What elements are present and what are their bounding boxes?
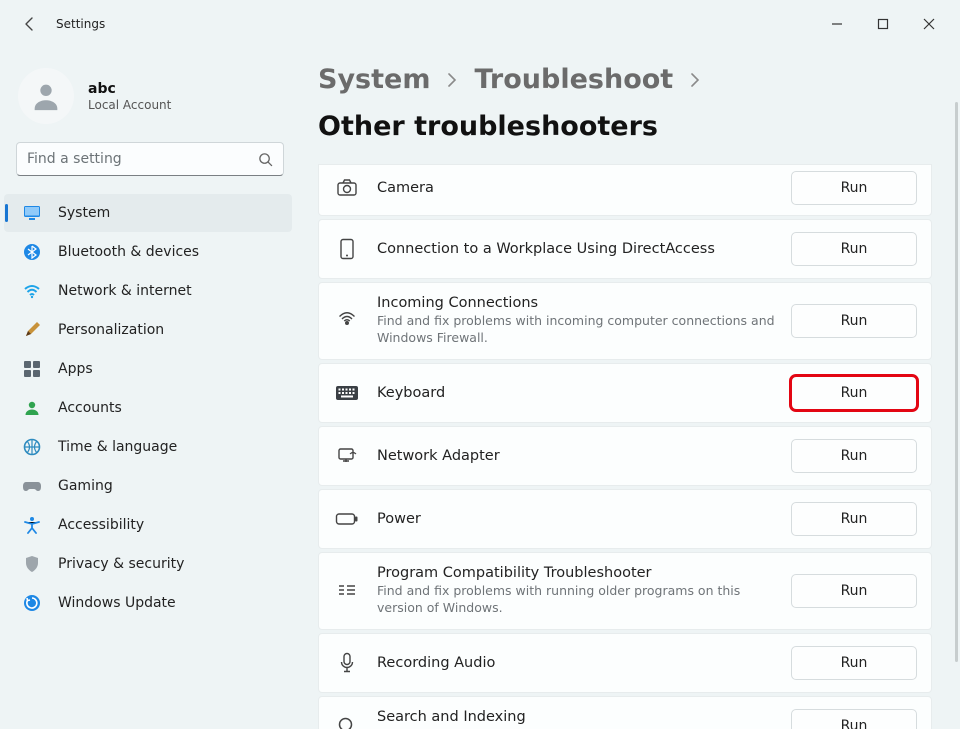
run-button-search-indexing[interactable]: Run xyxy=(791,709,917,729)
troubleshooter-desc: Find and fix problems with incoming comp… xyxy=(377,313,779,347)
run-button-adapter[interactable]: Run xyxy=(791,439,917,473)
sidebar-item-privacy[interactable]: Privacy & security xyxy=(4,545,292,583)
troubleshooter-title: Search and Indexing xyxy=(377,709,779,725)
sidebar-item-system[interactable]: System xyxy=(4,194,292,232)
troubleshooter-row-adapter: Network Adapter Run xyxy=(318,426,932,486)
mic-icon xyxy=(333,652,361,674)
breadcrumb-troubleshoot[interactable]: Troubleshoot xyxy=(474,64,673,95)
maximize-button[interactable] xyxy=(860,8,906,40)
sidebar-item-label: System xyxy=(58,205,110,221)
globe-icon xyxy=(22,437,42,457)
adapter-icon xyxy=(333,446,361,466)
chevron-right-icon xyxy=(446,73,458,87)
run-button-incoming[interactable]: Run xyxy=(791,304,917,338)
troubleshooter-row-power: Power Run xyxy=(318,489,932,549)
update-icon xyxy=(22,593,42,613)
title-bar: Settings xyxy=(0,0,960,48)
troubleshooter-title: Connection to a Workplace Using DirectAc… xyxy=(377,241,779,257)
run-button-power[interactable]: Run xyxy=(791,502,917,536)
troubleshooter-list-container: Camera Run Connection to a Workplace Usi… xyxy=(318,164,932,729)
troubleshooter-desc: Find and fix problems with running older… xyxy=(377,583,779,617)
sidebar-item-network[interactable]: Network & internet xyxy=(4,272,292,310)
scrollbar-thumb[interactable] xyxy=(955,102,958,662)
app-title: Settings xyxy=(56,17,105,31)
sidebar-item-windows-update[interactable]: Windows Update xyxy=(4,584,292,622)
troubleshooter-row-recording: Recording Audio Run xyxy=(318,633,932,693)
sidebar-item-label: Accounts xyxy=(58,400,122,416)
breadcrumb: System Troubleshoot Other troubleshooter… xyxy=(318,64,932,142)
apps-icon xyxy=(22,359,42,379)
troubleshooter-row-incoming: Incoming Connections Find and fix proble… xyxy=(318,282,932,360)
bluetooth-icon xyxy=(22,242,42,262)
troubleshooter-title: Incoming Connections xyxy=(377,295,779,311)
sidebar-item-label: Network & internet xyxy=(58,283,192,299)
shield-icon xyxy=(22,554,42,574)
search-icon xyxy=(258,152,273,167)
sidebar-item-apps[interactable]: Apps xyxy=(4,350,292,388)
sidebar-item-label: Accessibility xyxy=(58,517,144,533)
run-button-directaccess[interactable]: Run xyxy=(791,232,917,266)
gamepad-icon xyxy=(22,476,42,496)
troubleshooter-title: Recording Audio xyxy=(377,655,779,671)
sidebar-item-label: Personalization xyxy=(58,322,164,338)
accessibility-icon xyxy=(22,515,42,535)
page-title: Other troubleshooters xyxy=(318,111,658,142)
troubleshooter-row-keyboard: Keyboard Run xyxy=(318,363,932,423)
monitor-icon xyxy=(22,203,42,223)
sidebar-item-personalization[interactable]: Personalization xyxy=(4,311,292,349)
back-button[interactable] xyxy=(14,8,46,40)
person-icon xyxy=(22,398,42,418)
nav: System Bluetooth & devices Network & int… xyxy=(0,190,300,622)
scrollbar[interactable] xyxy=(946,48,960,729)
sidebar-item-gaming[interactable]: Gaming xyxy=(4,467,292,505)
troubleshooter-row-directaccess: Connection to a Workplace Using DirectAc… xyxy=(318,219,932,279)
sidebar-item-bluetooth[interactable]: Bluetooth & devices xyxy=(4,233,292,271)
search-input[interactable] xyxy=(27,151,258,167)
brush-icon xyxy=(22,320,42,340)
troubleshooter-title: Keyboard xyxy=(377,385,779,401)
compat-icon xyxy=(333,582,361,600)
run-button-recording[interactable]: Run xyxy=(791,646,917,680)
avatar xyxy=(18,68,74,124)
sidebar-item-accounts[interactable]: Accounts xyxy=(4,389,292,427)
search-icon xyxy=(333,716,361,729)
run-button-camera[interactable]: Run xyxy=(791,171,917,205)
sidebar-item-label: Time & language xyxy=(58,439,177,455)
camera-icon xyxy=(333,178,361,198)
run-button-keyboard[interactable]: Run xyxy=(791,376,917,410)
incoming-icon xyxy=(333,311,361,331)
search-box[interactable] xyxy=(16,142,284,176)
troubleshooter-row-search-indexing: Search and Indexing Find and fix problem… xyxy=(318,696,932,729)
wifi-icon xyxy=(22,281,42,301)
troubleshooter-title: Network Adapter xyxy=(377,448,779,464)
breadcrumb-system[interactable]: System xyxy=(318,64,430,95)
user-profile[interactable]: abc Local Account xyxy=(0,56,300,142)
troubleshooter-title: Program Compatibility Troubleshooter xyxy=(377,565,779,581)
troubleshooter-row-camera: Camera Run xyxy=(318,164,932,216)
sidebar-item-time-language[interactable]: Time & language xyxy=(4,428,292,466)
sidebar-item-label: Windows Update xyxy=(58,595,176,611)
minimize-button[interactable] xyxy=(814,8,860,40)
sidebar-item-label: Privacy & security xyxy=(58,556,184,572)
sidebar-item-accessibility[interactable]: Accessibility xyxy=(4,506,292,544)
sidebar-item-label: Apps xyxy=(58,361,93,377)
close-button[interactable] xyxy=(906,8,952,40)
phone-icon xyxy=(333,238,361,260)
keyboard-icon xyxy=(333,385,361,401)
chevron-right-icon xyxy=(689,73,701,87)
run-button-compat[interactable]: Run xyxy=(791,574,917,608)
troubleshooter-row-compat: Program Compatibility Troubleshooter Fin… xyxy=(318,552,932,630)
troubleshooter-title: Camera xyxy=(377,180,779,196)
sidebar-item-label: Gaming xyxy=(58,478,113,494)
main-panel: System Troubleshoot Other troubleshooter… xyxy=(300,48,960,729)
power-icon xyxy=(333,512,361,526)
troubleshooter-title: Power xyxy=(377,511,779,527)
sidebar: abc Local Account System Bluetooth & dev… xyxy=(0,48,300,729)
user-account-type: Local Account xyxy=(88,98,171,112)
troubleshooter-list: Camera Run Connection to a Workplace Usi… xyxy=(318,164,932,729)
user-name: abc xyxy=(88,81,171,97)
sidebar-item-label: Bluetooth & devices xyxy=(58,244,199,260)
